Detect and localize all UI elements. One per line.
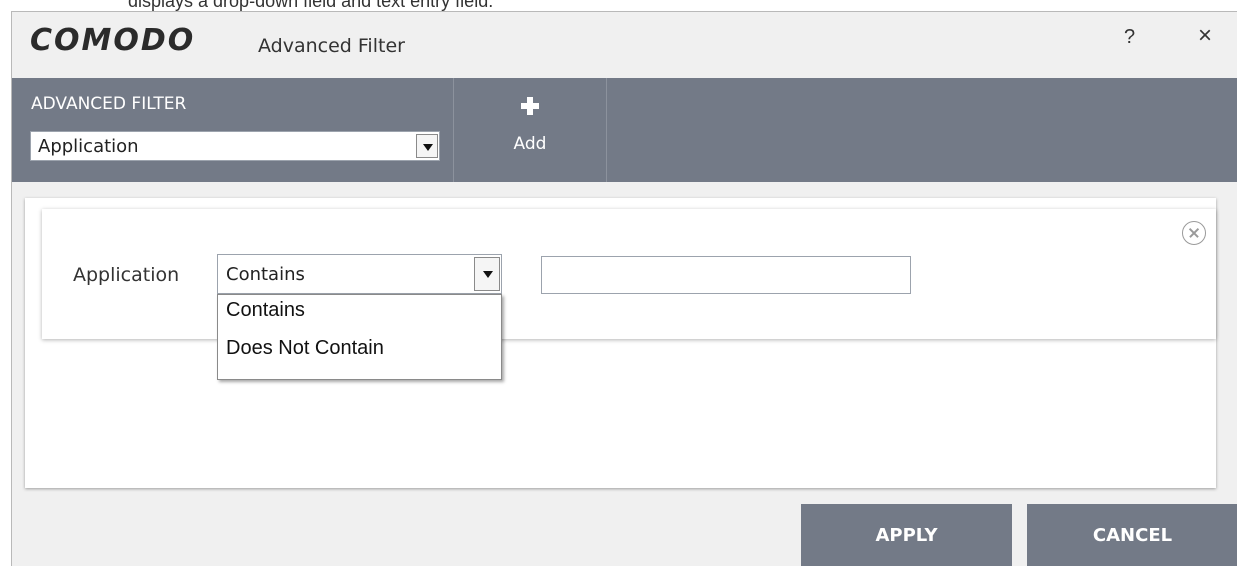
advanced-filter-dialog: COMODO Advanced Filter ? × ADVANCED FILT… [11, 11, 1237, 566]
title-bar: COMODO Advanced Filter ? × [12, 12, 1237, 78]
condition-option-contains[interactable]: Contains [226, 299, 305, 322]
rule-field-label: Application [73, 264, 180, 286]
add-label: Add [513, 134, 547, 154]
toolbar: ADVANCED FILTER Application Add [12, 78, 1237, 182]
plus-icon [521, 97, 539, 115]
filter-rule-card: Application Contains Contains Does Not C… [42, 209, 1216, 380]
window-title: Advanced Filter [258, 35, 405, 57]
condition-dropdown-list: Contains Does Not Contain [217, 294, 502, 380]
condition-option-does-not-contain[interactable]: Does Not Contain [226, 337, 384, 360]
dialog-footer: APPLY CANCEL [12, 504, 1237, 566]
help-icon[interactable]: ? [1124, 26, 1135, 49]
cancel-button[interactable]: CANCEL [1027, 504, 1237, 566]
toolbar-divider [606, 78, 607, 182]
close-icon[interactable]: × [1198, 22, 1212, 50]
rule-value-input[interactable] [541, 256, 911, 294]
filter-type-select[interactable]: Application [30, 131, 440, 161]
remove-circle-icon[interactable] [1182, 221, 1206, 245]
comodo-logo: COMODO [30, 23, 196, 58]
advanced-filter-heading: ADVANCED FILTER [31, 94, 187, 114]
advanced-filter-section: ADVANCED FILTER Application [12, 78, 453, 182]
condition-value: Contains [226, 264, 305, 285]
condition-dropdown-button[interactable] [474, 257, 500, 291]
filter-type-dropdown-button[interactable] [416, 134, 438, 158]
add-filter-button[interactable]: Add [454, 78, 606, 182]
filter-type-value: Application [38, 136, 139, 157]
filter-rules-panel: Application Contains Contains Does Not C… [25, 198, 1216, 488]
apply-button[interactable]: APPLY [801, 504, 1012, 566]
chevron-down-icon [423, 144, 433, 151]
chevron-down-icon [483, 271, 493, 278]
condition-select[interactable]: Contains [217, 254, 502, 294]
